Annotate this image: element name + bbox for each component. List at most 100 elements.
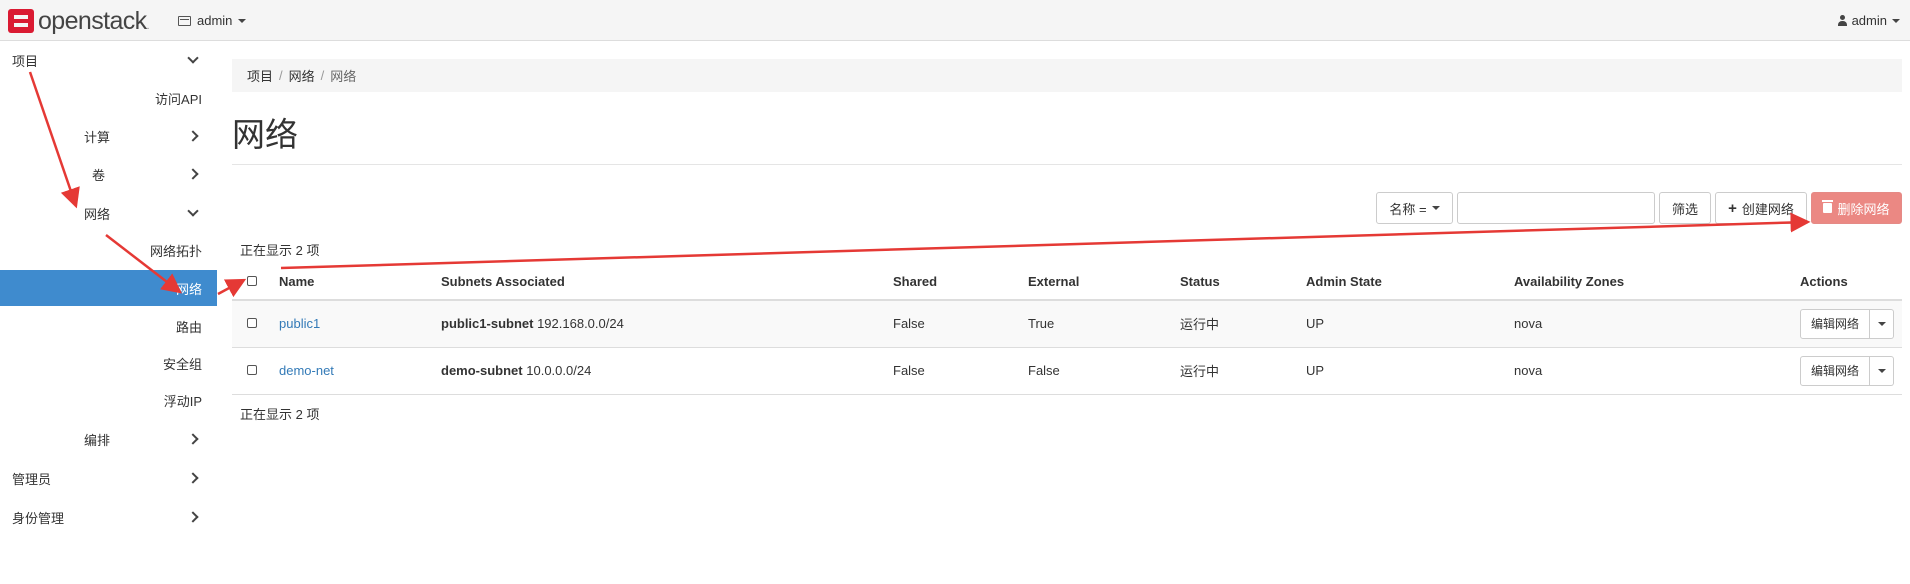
create-network-button[interactable]: + 创建网络 <box>1715 192 1807 224</box>
column-header-name[interactable]: Name <box>279 263 441 301</box>
user-icon <box>1837 15 1847 26</box>
breadcrumb-item[interactable]: 项目 <box>247 66 273 85</box>
subnet-name: demo-subnet <box>441 363 523 378</box>
shared-cell: False <box>893 347 1028 395</box>
sidebar: 项目 访问API 计算 卷 网络 网络拓扑 网络 路由 安全组 浮动IP 编排 … <box>0 42 217 584</box>
more-actions-button[interactable] <box>1870 308 1895 339</box>
edit-network-button[interactable]: 编辑网络 <box>1800 308 1871 339</box>
caret-down-icon <box>1877 321 1886 326</box>
openstack-logo[interactable]: openstack . <box>8 7 149 35</box>
filter-button-label: 筛选 <box>1671 201 1698 217</box>
admin-state-cell: UP <box>1306 347 1514 395</box>
sidebar-item-label: 安全组 <box>162 356 202 372</box>
sidebar-item-label: 访问API <box>155 91 202 107</box>
row-actions: 编辑网络 <box>1800 355 1895 386</box>
column-header-subnets[interactable]: Subnets Associated <box>441 263 893 301</box>
annotation-arrow-checkbox-to-delete <box>280 212 1811 270</box>
chevron-right-icon <box>187 130 199 142</box>
caret-down-icon <box>238 18 247 23</box>
row-select-cell <box>232 300 279 348</box>
sidebar-item-label: 路由 <box>175 319 202 335</box>
filter-input[interactable] <box>1457 192 1655 224</box>
filter-field-select[interactable]: 名称 = <box>1376 192 1453 224</box>
network-name-link[interactable]: public1 <box>279 316 320 331</box>
name-cell: demo-net <box>279 347 441 395</box>
sidebar-section-project[interactable]: 项目 <box>0 42 217 78</box>
project-icon <box>178 15 191 26</box>
select-all-cell <box>232 263 279 301</box>
sidebar-item-label: 身份管理 <box>12 510 65 526</box>
chevron-down-icon <box>187 52 199 64</box>
chevron-right-icon <box>187 433 199 445</box>
zones-cell: nova <box>1514 300 1800 348</box>
networks-table: Name Subnets Associated Shared External … <box>232 263 1902 395</box>
status-cell: 运行中 <box>1180 300 1306 348</box>
brand-name: openstack <box>38 7 147 35</box>
caret-down-icon <box>1892 18 1900 23</box>
subnet-cidr: 10.0.0.0/24 <box>526 363 592 378</box>
edit-network-button[interactable]: 编辑网络 <box>1800 355 1871 386</box>
project-selector[interactable]: admin <box>178 13 247 28</box>
openstack-logo-icon <box>8 9 34 33</box>
table-row: public1 public1-subnet 192.168.0.0/24 Fa… <box>232 300 1902 348</box>
top-navbar: openstack . admin admin <box>0 0 1910 41</box>
sidebar-item-label: 网络 <box>84 206 111 222</box>
caret-down-icon <box>1877 368 1886 373</box>
sidebar-item-label: 浮动IP <box>163 393 202 409</box>
shared-cell: False <box>893 300 1028 348</box>
external-cell: False <box>1028 347 1180 395</box>
sidebar-group-compute[interactable]: 计算 <box>0 118 217 154</box>
external-cell: True <box>1028 300 1180 348</box>
sidebar-item-label: 计算 <box>84 129 111 145</box>
sidebar-item-floating-ips[interactable]: 浮动IP <box>0 382 217 418</box>
sidebar-group-orchestration[interactable]: 编排 <box>0 421 217 457</box>
column-header-external[interactable]: External <box>1028 263 1180 301</box>
sidebar-item-api-access[interactable]: 访问API <box>0 80 217 116</box>
row-checkbox[interactable] <box>247 318 257 329</box>
column-header-actions: Actions <box>1800 263 1902 301</box>
user-menu[interactable]: admin <box>1837 13 1900 28</box>
breadcrumb: 项目 / 网络 / 网络 <box>232 59 1902 92</box>
user-name: admin <box>1851 13 1887 28</box>
filter-button[interactable]: 筛选 <box>1659 192 1711 224</box>
actions-cell: 编辑网络 <box>1800 347 1902 395</box>
create-network-label: 创建网络 <box>1741 201 1794 217</box>
sidebar-section-admin[interactable]: 管理员 <box>0 460 217 496</box>
sidebar-item-label: 网络 <box>175 281 202 297</box>
network-name-link[interactable]: demo-net <box>279 363 334 378</box>
row-select-cell <box>232 347 279 395</box>
sidebar-item-label: 项目 <box>12 53 39 69</box>
more-actions-button[interactable] <box>1870 355 1895 386</box>
sidebar-group-volumes[interactable]: 卷 <box>0 156 217 192</box>
sidebar-item-routers[interactable]: 路由 <box>0 308 217 344</box>
table-header-row: Name Subnets Associated Shared External … <box>232 263 1902 301</box>
item-count-bottom: 正在显示 2 项 <box>240 407 320 422</box>
subnets-cell: demo-subnet 10.0.0.0/24 <box>441 347 893 395</box>
chevron-right-icon <box>187 472 199 484</box>
name-cell: public1 <box>279 300 441 348</box>
page-title: 网络 <box>232 116 298 153</box>
status-cell: 运行中 <box>1180 347 1306 395</box>
breadcrumb-separator: / <box>320 68 325 83</box>
column-header-status[interactable]: Status <box>1180 263 1306 301</box>
column-header-admin-state[interactable]: Admin State <box>1306 263 1514 301</box>
breadcrumb-separator: / <box>279 68 283 83</box>
actions-cell: 编辑网络 <box>1800 300 1902 348</box>
project-name: admin <box>197 13 233 28</box>
sidebar-group-network[interactable]: 网络 <box>0 195 217 231</box>
subnet-cidr: 192.168.0.0/24 <box>537 316 624 332</box>
row-checkbox[interactable] <box>247 365 257 375</box>
sidebar-item-network-topology[interactable]: 网络拓扑 <box>0 232 217 268</box>
column-header-availability-zones[interactable]: Availability Zones <box>1514 263 1800 301</box>
admin-state-cell: UP <box>1306 300 1514 348</box>
breadcrumb-item[interactable]: 网络 <box>289 66 315 85</box>
sidebar-item-networks[interactable]: 网络 <box>0 270 217 306</box>
select-all-checkbox[interactable] <box>247 275 257 286</box>
delete-networks-button[interactable]: 删除网络 <box>1811 192 1902 224</box>
filter-field-label: 名称 = <box>1389 201 1427 217</box>
item-count-top: 正在显示 2 项 <box>240 243 320 258</box>
sidebar-item-label: 卷 <box>92 167 106 183</box>
sidebar-section-identity[interactable]: 身份管理 <box>0 499 217 535</box>
column-header-shared[interactable]: Shared <box>893 263 1028 301</box>
sidebar-item-security-groups[interactable]: 安全组 <box>0 345 217 381</box>
